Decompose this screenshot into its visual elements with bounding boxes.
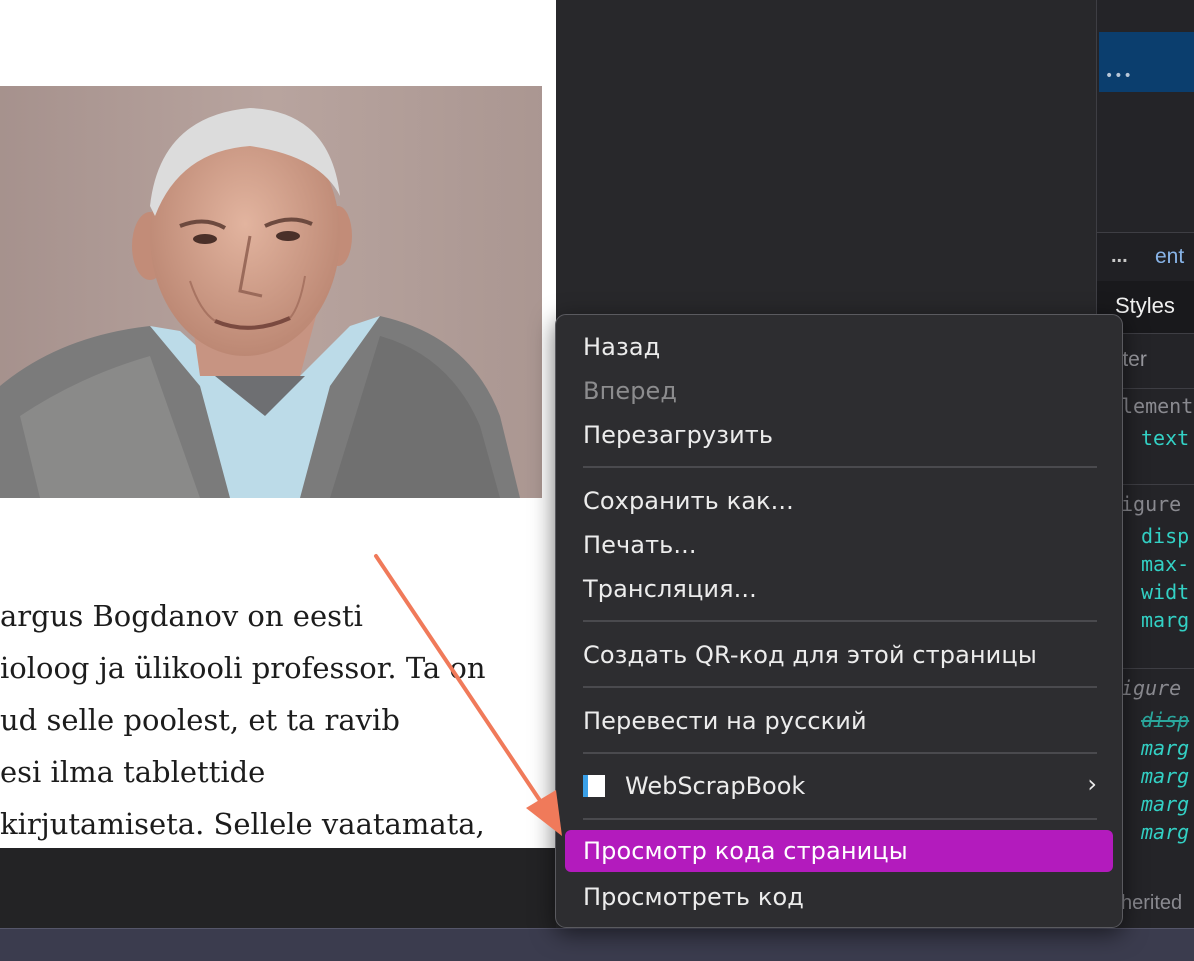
article-line: kirjutamiseta. Sellele vaatamata, (0, 807, 485, 841)
style-property[interactable]: widt (1141, 580, 1194, 604)
breadcrumb-item[interactable]: ent (1155, 245, 1184, 269)
devtools-breadcrumb: ... ent (1097, 232, 1194, 282)
breadcrumb-overflow-button[interactable]: ... (1111, 245, 1128, 268)
style-property[interactable]: marg (1141, 820, 1194, 844)
style-selector: lement (1121, 394, 1194, 418)
menu-separator (583, 686, 1097, 688)
menu-item-label: Просмотр кода страницы (583, 837, 908, 865)
menu-separator (583, 752, 1097, 754)
menu-item-inspect[interactable]: Просмотреть код (583, 881, 804, 913)
style-property[interactable]: marg (1141, 736, 1194, 760)
selected-dom-node[interactable]: ••• (1099, 32, 1194, 92)
chevron-right-icon: › (1087, 770, 1097, 798)
menu-item-forward[interactable]: Вперед (583, 375, 677, 407)
style-property[interactable]: marg (1141, 764, 1194, 788)
article-line: argus Bogdanov on eesti (0, 599, 363, 633)
menu-item-save-as[interactable]: Сохранить как... (583, 485, 794, 517)
style-selector: igure (1121, 676, 1182, 700)
style-property[interactable]: disp (1141, 524, 1194, 548)
style-selector: igure (1121, 492, 1182, 516)
style-property[interactable]: marg (1141, 792, 1194, 816)
article-line: esi ilma tablettide (0, 755, 266, 789)
menu-item-reload[interactable]: Перезагрузить (583, 419, 773, 451)
menu-item-label: WebScrapBook (625, 772, 806, 800)
menu-item-view-page-source[interactable]: Просмотр кода страницы (565, 830, 1113, 872)
menu-item-print[interactable]: Печать... (583, 529, 697, 561)
inherited-label: herited (1121, 892, 1183, 914)
menu-item-cast[interactable]: Трансляция... (583, 573, 757, 605)
context-menu: Назад Вперед Перезагрузить Сохранить как… (555, 314, 1123, 928)
menu-item-create-qr-code[interactable]: Создать QR-код для этой страницы (583, 639, 1037, 671)
browser-bottom-area (0, 848, 556, 928)
style-property[interactable]: max- (1141, 552, 1194, 576)
style-property[interactable]: marg (1141, 608, 1194, 632)
webscrapbook-icon (583, 775, 605, 797)
article-text: argus Bogdanov on eesti ioloog ja ülikoo… (0, 590, 556, 848)
menu-separator (583, 620, 1097, 622)
ellipsis-icon: ••• (1105, 68, 1133, 84)
style-property[interactable]: disp (1141, 708, 1194, 732)
menu-separator (583, 466, 1097, 468)
desktop-background (0, 928, 1194, 961)
menu-item-back[interactable]: Назад (583, 331, 660, 363)
web-page-viewport: argus Bogdanov on eesti ioloog ja ülikoo… (0, 0, 556, 848)
style-property[interactable]: text (1141, 426, 1194, 450)
tab-styles[interactable]: Styles (1115, 293, 1175, 319)
portrait-photo (0, 86, 542, 498)
article-line: ioloog ja ülikooli professor. Ta on (0, 651, 486, 685)
menu-item-webscrapbook[interactable]: WebScrapBook › (583, 770, 1097, 802)
article-line: ud selle poolest, et ta ravib (0, 703, 400, 737)
menu-item-translate[interactable]: Перевести на русский (583, 705, 867, 737)
menu-separator (583, 818, 1097, 820)
